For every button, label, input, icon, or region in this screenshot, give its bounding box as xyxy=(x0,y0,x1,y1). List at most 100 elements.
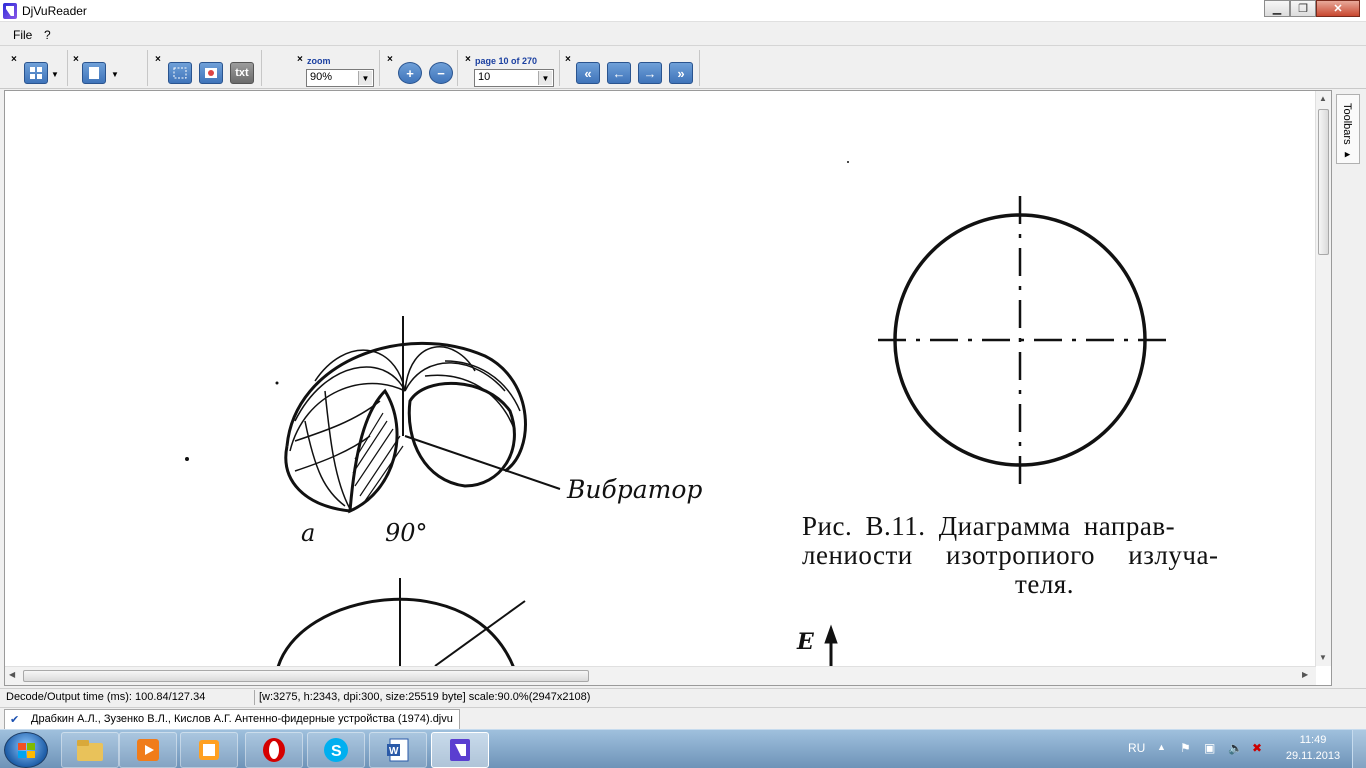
volume-icon[interactable]: 🔈 xyxy=(1228,741,1243,755)
chevron-down-icon[interactable]: ▼ xyxy=(538,71,552,85)
action-center-icon[interactable]: ⚑ xyxy=(1180,741,1191,755)
chevron-down-icon[interactable]: ▼ xyxy=(358,71,372,85)
prev-page-button[interactable]: ← xyxy=(607,62,631,84)
djvu-reader-icon xyxy=(450,739,470,761)
toolbar-close-icon[interactable]: × xyxy=(73,54,79,65)
figure-caption: Рис. В.11. Диаграмма направ- лениости из… xyxy=(802,511,1287,600)
window-title: DjVuReader xyxy=(22,4,87,18)
network-icon[interactable]: ✖ xyxy=(1252,741,1262,755)
arrow-left-icon: ← xyxy=(612,65,626,81)
toolbar-close-icon[interactable]: × xyxy=(297,54,303,65)
toolbar-group-select: × txt xyxy=(152,50,262,86)
document-page: Вибратор a 90° E Рис. В.11. Диаграмма на… xyxy=(5,91,1316,666)
first-page-button[interactable]: « xyxy=(576,62,600,84)
zoom-select[interactable]: 90% ▼ xyxy=(306,69,374,87)
toolbar-close-icon[interactable]: × xyxy=(11,54,17,65)
page-count-label: page 10 of 270 xyxy=(475,56,538,66)
toolbars-side-tab[interactable]: Toolbars ▸ xyxy=(1336,94,1360,164)
djvureader-taskbar-button[interactable] xyxy=(431,732,489,768)
zoom-out-button[interactable]: − xyxy=(429,62,453,84)
word-icon: W xyxy=(387,738,409,762)
opera-taskbar-button[interactable] xyxy=(245,732,303,768)
checkmark-icon: ✔ xyxy=(10,714,20,726)
select-region-icon[interactable] xyxy=(168,62,192,84)
clock-date[interactable]: 29.11.2013 xyxy=(1273,750,1353,762)
media-player-taskbar-button[interactable] xyxy=(119,732,177,768)
caption-line-2: лениости изотропиого излуча- xyxy=(802,540,1219,570)
page-value: 10 xyxy=(478,71,491,83)
zoom-in-button[interactable]: + xyxy=(398,62,422,84)
tray-expand-icon[interactable]: ▲ xyxy=(1157,742,1166,752)
layout-mode-icon[interactable] xyxy=(24,62,48,84)
maximize-button[interactable]: ❐ xyxy=(1290,0,1316,17)
status-divider xyxy=(254,690,255,705)
svg-text:W: W xyxy=(389,746,399,757)
language-indicator[interactable]: RU xyxy=(1128,741,1145,755)
zoom-out-icon: − xyxy=(437,65,445,81)
toolbar-group-navigation: × « ← → » xyxy=(562,50,700,86)
isotropic-diagram xyxy=(878,196,1170,486)
word-taskbar-button[interactable]: W xyxy=(369,732,427,768)
menu-file[interactable]: File xyxy=(13,28,32,42)
toolbar-group-zoom: × zoom 90% ▼ xyxy=(294,50,380,87)
page-view-icon[interactable] xyxy=(82,62,106,84)
minimize-button[interactable]: ▁ xyxy=(1264,0,1290,17)
vertical-scroll-thumb[interactable] xyxy=(1318,109,1329,255)
scroll-right-icon[interactable]: ▶ xyxy=(1302,670,1308,679)
title-bar: DjVuReader ▁ ❐ ✕ xyxy=(0,0,1366,22)
djvu-app-icon xyxy=(3,3,17,19)
close-button[interactable]: ✕ xyxy=(1316,0,1360,17)
page-info-text: [w:3275, h:2343, dpi:300, size:25519 byt… xyxy=(259,691,591,703)
chevron-down-icon[interactable]: ▼ xyxy=(111,70,119,79)
toolbar-close-icon[interactable]: × xyxy=(155,54,161,65)
windows-logo-icon xyxy=(18,743,36,759)
page-select[interactable]: 10 ▼ xyxy=(474,69,554,87)
shield-icon xyxy=(199,740,219,760)
toolbar-close-icon[interactable]: × xyxy=(387,54,393,65)
caption-line-1: Рис. В.11. Диаграмма направ- xyxy=(802,511,1176,541)
opera-icon xyxy=(263,738,285,762)
figure-a-label: a xyxy=(301,519,316,547)
clock-time[interactable]: 11:49 xyxy=(1273,734,1353,746)
last-page-button[interactable]: » xyxy=(669,62,693,84)
usb-device-icon[interactable]: ▣ xyxy=(1204,741,1215,755)
scroll-up-icon[interactable]: ▲ xyxy=(1319,94,1327,103)
toolbar-group-zoom-buttons: × + − xyxy=(384,50,458,86)
explorer-taskbar-button[interactable] xyxy=(61,732,119,768)
caption-line-3: теля. xyxy=(1015,569,1074,599)
horizontal-scrollbar[interactable]: ◀ ▶ xyxy=(5,666,1316,685)
arrow-right-icon: → xyxy=(643,65,657,81)
toolbar-group-page-number: × page 10 of 270 10 ▼ xyxy=(462,50,560,87)
folder-icon xyxy=(77,740,103,761)
main-toolbar: × ▼ × ▼ × txt × zoom 90% ▼ × + − × page … xyxy=(0,47,1366,89)
polar-diagram-b xyxy=(277,578,526,666)
vertical-scrollbar[interactable]: ▲ ▼ xyxy=(1315,91,1331,666)
document-tab-bar: ✔ Драбкин А.Л., Зузенко В.Л., Кислов А.Г… xyxy=(0,707,1366,729)
decode-time-text: Decode/Output time (ms): 100.84/127.34 xyxy=(6,691,206,703)
skype-icon: S xyxy=(324,738,348,762)
document-viewer[interactable]: Вибратор a 90° E Рис. В.11. Диаграмма на… xyxy=(4,90,1332,686)
toolbar-close-icon[interactable]: × xyxy=(465,54,471,65)
next-page-button[interactable]: → xyxy=(638,62,662,84)
scroll-down-icon[interactable]: ▼ xyxy=(1319,653,1327,662)
e-field-label: E xyxy=(797,629,814,655)
double-left-icon: « xyxy=(584,65,592,81)
e-vector-arrow xyxy=(824,624,838,666)
show-desktop-button[interactable] xyxy=(1352,730,1366,768)
start-button[interactable] xyxy=(4,732,48,768)
menu-help[interactable]: ? xyxy=(44,28,51,42)
chevron-down-icon[interactable]: ▼ xyxy=(51,70,59,79)
text-mode-button[interactable]: txt xyxy=(230,62,254,84)
document-tab[interactable]: ✔ Драбкин А.Л., Зузенко В.Л., Кислов А.Г… xyxy=(4,709,460,729)
scroll-left-icon[interactable]: ◀ xyxy=(9,670,15,679)
toolbar-close-icon[interactable]: × xyxy=(565,54,571,65)
vibrator-label: Вибратор xyxy=(567,475,703,504)
skype-taskbar-button[interactable]: S xyxy=(307,732,365,768)
media-player-icon xyxy=(137,739,159,761)
status-bar: Decode/Output time (ms): 100.84/127.34 [… xyxy=(0,688,1366,706)
angle-label: 90° xyxy=(385,519,428,547)
horizontal-scroll-thumb[interactable] xyxy=(23,670,589,682)
image-view-icon[interactable] xyxy=(199,62,223,84)
toolbar-group-page: × ▼ xyxy=(70,50,148,86)
app-taskbar-button[interactable] xyxy=(180,732,238,768)
